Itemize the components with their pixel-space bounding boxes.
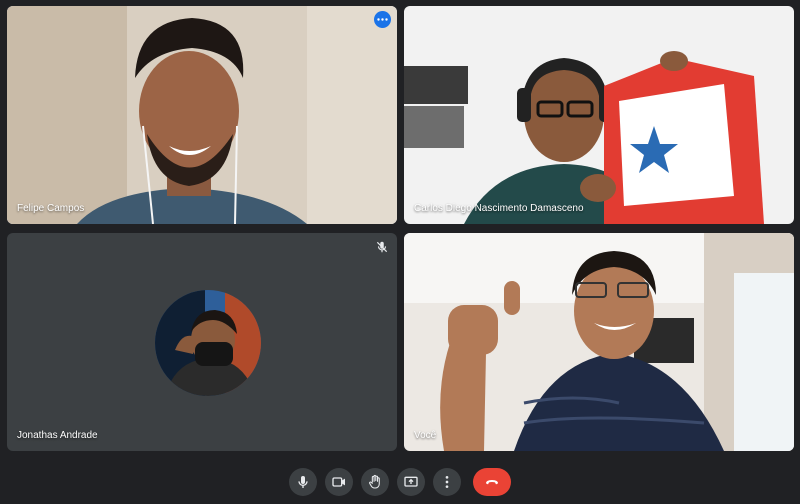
participant-tile-carlos[interactable]: Carlos Diego Nascimento Damasceno bbox=[404, 6, 794, 224]
participant-name: Jonathas Andrade bbox=[17, 430, 98, 441]
more-vertical-icon bbox=[445, 476, 449, 488]
participant-video bbox=[7, 6, 397, 224]
mic-off-icon bbox=[376, 241, 388, 253]
avatar bbox=[155, 290, 261, 396]
call-controls-bar bbox=[0, 460, 800, 504]
leave-call-button[interactable] bbox=[473, 468, 511, 496]
muted-indicator bbox=[375, 240, 389, 254]
hang-up-icon bbox=[486, 480, 498, 485]
camera-button[interactable] bbox=[325, 468, 353, 496]
more-options-button[interactable] bbox=[433, 468, 461, 496]
present-screen-icon bbox=[404, 476, 418, 487]
more-options-button[interactable] bbox=[374, 11, 391, 28]
participant-tile-self[interactable]: Você bbox=[404, 233, 794, 451]
participant-video bbox=[404, 6, 794, 224]
participant-tile-felipe[interactable]: Felipe Campos bbox=[7, 6, 397, 224]
mic-icon bbox=[298, 476, 308, 488]
participant-video bbox=[404, 233, 794, 451]
participant-name: Você bbox=[414, 430, 437, 441]
camera-icon bbox=[332, 477, 345, 487]
participant-name: Felipe Campos bbox=[17, 203, 85, 214]
participant-name: Carlos Diego Nascimento Damasceno bbox=[414, 203, 584, 214]
microphone-button[interactable] bbox=[289, 468, 317, 496]
avatar-photo bbox=[155, 290, 261, 396]
present-screen-button[interactable] bbox=[397, 468, 425, 496]
participant-tile-jonathas[interactable]: Jonathas Andrade bbox=[7, 233, 397, 451]
more-options-icon bbox=[377, 18, 388, 21]
raise-hand-button[interactable] bbox=[361, 468, 389, 496]
hand-icon bbox=[369, 474, 380, 489]
